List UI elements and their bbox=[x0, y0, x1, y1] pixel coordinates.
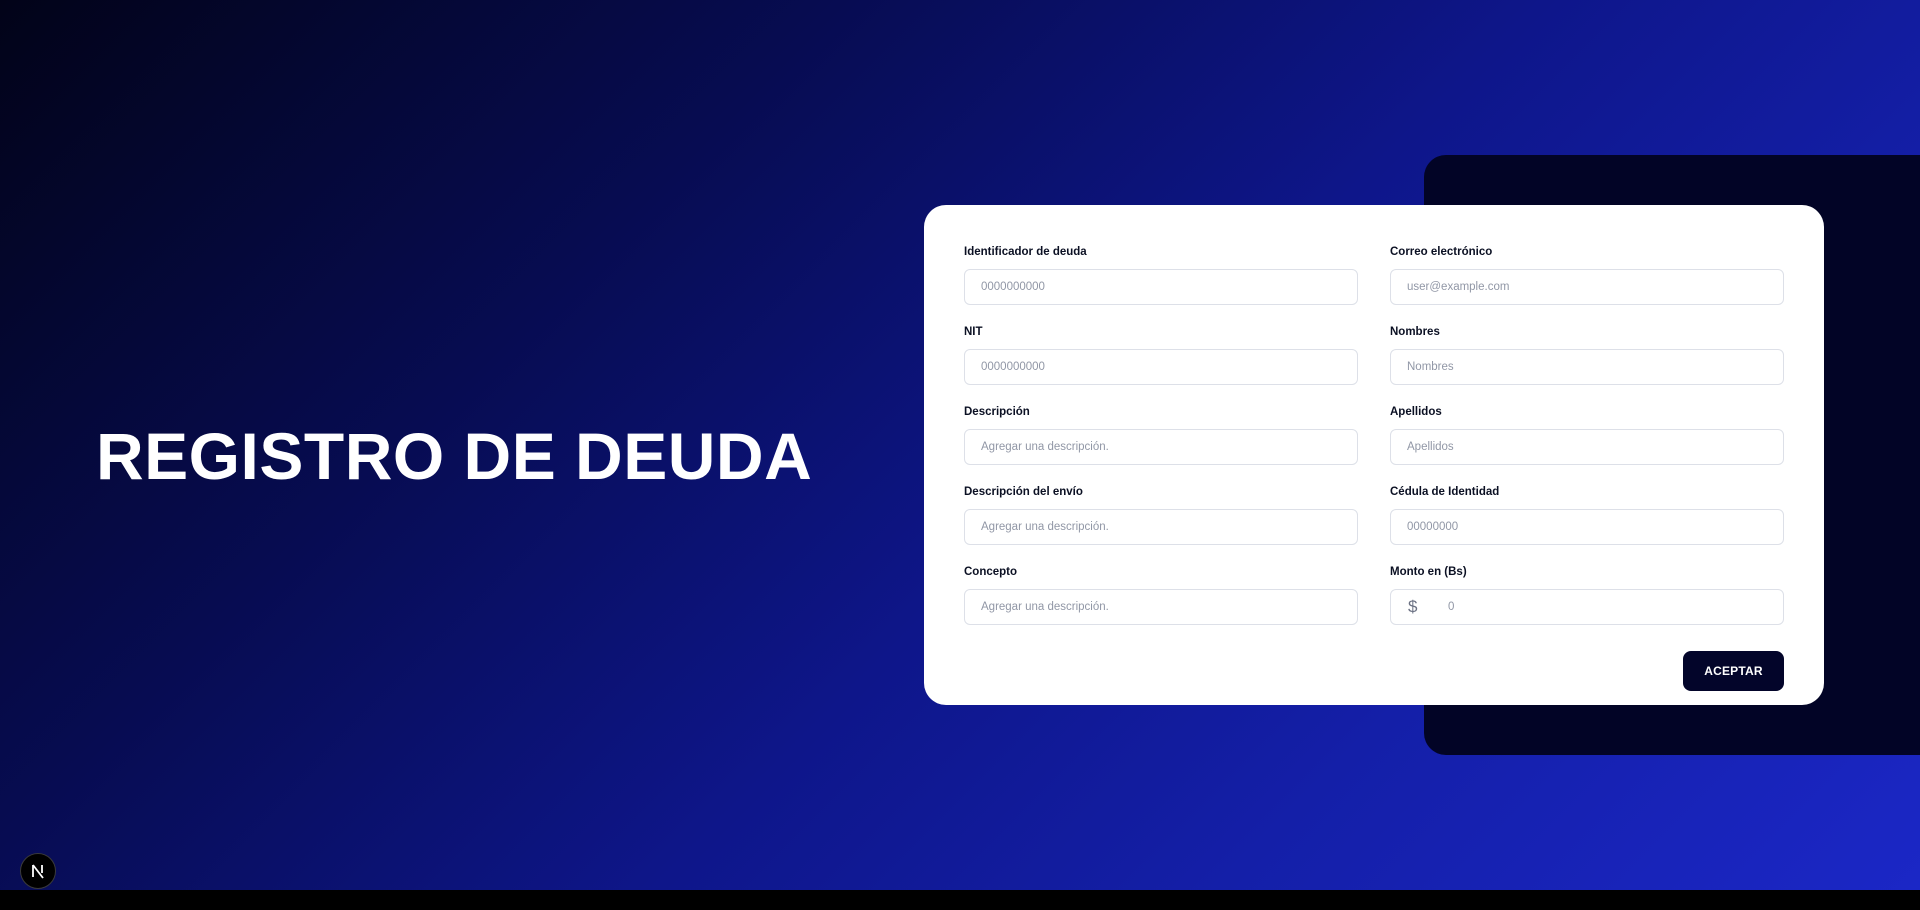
email-field: Correo electrónico user@example.com bbox=[1390, 245, 1784, 305]
debt-id-field: Identificador de deuda 0000000000 bbox=[964, 245, 1358, 305]
nit-input[interactable]: 0000000000 bbox=[964, 349, 1358, 385]
first-names-field: Nombres Nombres bbox=[1390, 325, 1784, 385]
id-card-label: Cédula de Identidad bbox=[1390, 486, 1500, 498]
page-background: REGISTRO DE DEUDA Identificador de deuda… bbox=[0, 0, 1920, 890]
debt-form-card: Identificador de deuda 0000000000 NIT 00… bbox=[924, 205, 1824, 705]
concept-field: Concepto Agregar una descripción. bbox=[964, 565, 1358, 625]
bottom-bar bbox=[0, 890, 1920, 910]
description-input[interactable]: Agregar una descripción. bbox=[964, 429, 1358, 465]
shipping-description-label: Descripción del envío bbox=[964, 486, 1083, 498]
first-names-input[interactable]: Nombres bbox=[1390, 349, 1784, 385]
shipping-description-input[interactable]: Agregar una descripción. bbox=[964, 509, 1358, 545]
nit-label: NIT bbox=[964, 326, 983, 338]
id-card-field: Cédula de Identidad 00000000 bbox=[1390, 485, 1784, 545]
amount-label: Monto en (Bs) bbox=[1390, 566, 1467, 578]
amount-input[interactable]: $ 0 bbox=[1390, 589, 1784, 625]
debt-id-input[interactable]: 0000000000 bbox=[964, 269, 1358, 305]
id-card-input[interactable]: 00000000 bbox=[1390, 509, 1784, 545]
nextjs-badge-button[interactable] bbox=[20, 853, 56, 889]
dollar-sign-icon: $ bbox=[1408, 597, 1418, 616]
amount-field: Monto en (Bs) $ 0 bbox=[1390, 565, 1784, 625]
nextjs-n-icon bbox=[32, 864, 44, 879]
debt-id-label: Identificador de deuda bbox=[964, 246, 1087, 258]
amount-placeholder: 0 bbox=[1448, 601, 1455, 613]
concept-input[interactable]: Agregar una descripción. bbox=[964, 589, 1358, 625]
page-title: REGISTRO DE DEUDA bbox=[96, 419, 813, 493]
first-names-label: Nombres bbox=[1390, 326, 1440, 338]
concept-label: Concepto bbox=[964, 566, 1018, 578]
shipping-description-field: Descripción del envío Agregar una descri… bbox=[964, 485, 1358, 545]
last-names-label: Apellidos bbox=[1390, 406, 1442, 418]
last-names-input[interactable]: Apellidos bbox=[1390, 429, 1784, 465]
description-label: Descripción bbox=[964, 406, 1030, 418]
last-names-field: Apellidos Apellidos bbox=[1390, 405, 1784, 465]
email-input[interactable]: user@example.com bbox=[1390, 269, 1784, 305]
email-label: Correo electrónico bbox=[1390, 246, 1493, 258]
description-field: Descripción Agregar una descripción. bbox=[964, 405, 1358, 465]
accept-button[interactable]: ACEPTAR bbox=[1683, 651, 1784, 691]
nit-field: NIT 0000000000 bbox=[964, 325, 1358, 385]
